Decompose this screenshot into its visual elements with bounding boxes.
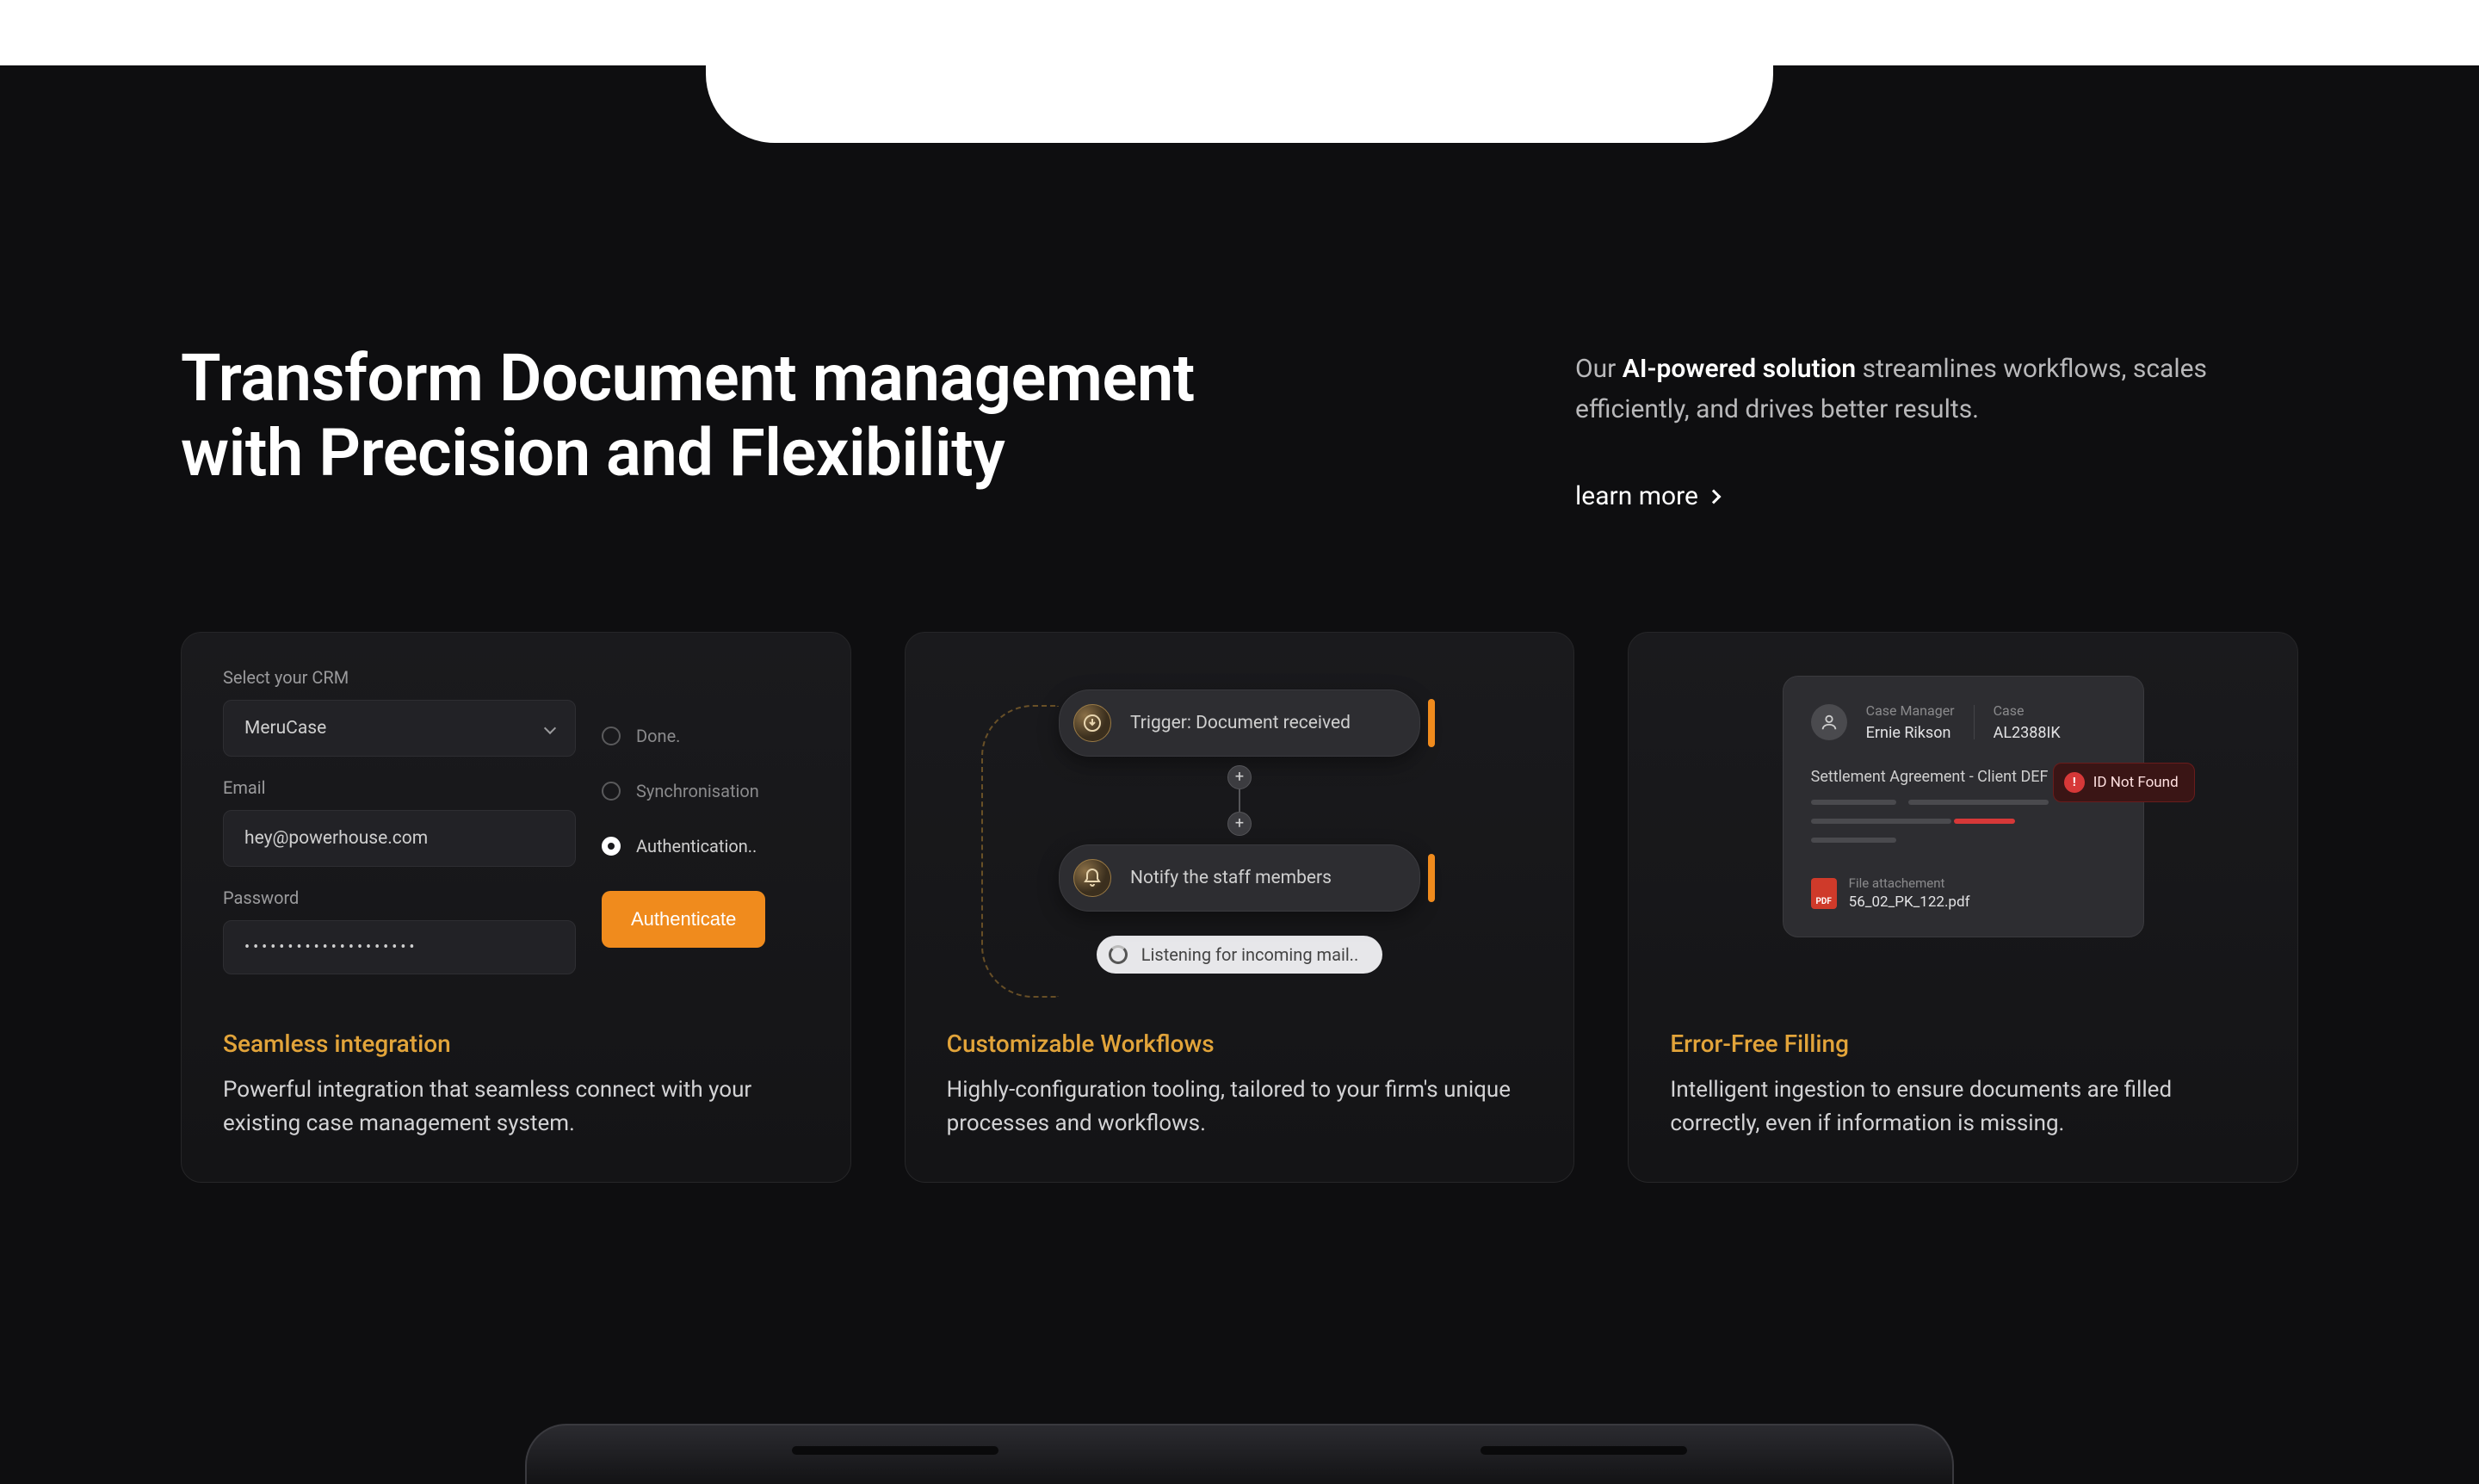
user-avatar-icon <box>1811 704 1847 740</box>
card2-body: Customizable Workflows Highly-configurat… <box>906 1012 1574 1182</box>
workflow-notify-pill[interactable]: Notify the staff members <box>1059 844 1420 912</box>
attachment-filename: 56_02_PK_122.pdf <box>1849 893 1970 911</box>
attachment-label: File attachement <box>1849 875 1970 891</box>
card2-illustration: Trigger: Document received + + Notify th… <box>906 633 1574 1012</box>
hero-title-line1: Transform Document management <box>181 339 1195 417</box>
hero-subtext-block: Our AI-powered solution streamlines work… <box>1575 341 2298 511</box>
speaker-slot-icon <box>792 1446 998 1455</box>
workflow-notify-label: Notify the staff members <box>1130 868 1332 888</box>
speaker-slot-icon <box>1481 1446 1687 1455</box>
document-panel: Case Manager Ernie Rikson Case AL2388IK <box>1783 676 2144 937</box>
status-sync: Synchronisation <box>602 781 809 801</box>
chevron-right-icon <box>1706 489 1721 504</box>
case-label: Case <box>1994 702 2061 719</box>
card3-body: Error-Free Filling Intelligent ingestion… <box>1629 1012 2297 1182</box>
case-manager-value: Ernie Rikson <box>1866 724 1955 742</box>
skeleton-bar-icon <box>1811 819 1951 824</box>
workflow-trigger-pill[interactable]: Trigger: Document received <box>1059 689 1420 757</box>
card2-title: Customizable Workflows <box>947 1030 1533 1058</box>
hero-row: Transform Document management with Preci… <box>181 341 2298 511</box>
add-node-button[interactable]: + <box>1227 765 1252 789</box>
feature-card-workflows: Trigger: Document received + + Notify th… <box>905 632 1575 1183</box>
spinner-icon <box>1109 945 1128 964</box>
chevron-down-icon <box>544 722 556 734</box>
bell-circle-icon <box>1073 859 1111 897</box>
feature-card-integration: Select your CRM MeruCase Email hey@power… <box>181 632 851 1183</box>
authenticate-button[interactable]: Authenticate <box>602 891 765 948</box>
attachment-row[interactable]: PDF File attachement 56_02_PK_122.pdf <box>1811 875 2116 911</box>
content-wrapper: Transform Document management with Preci… <box>0 65 2479 1183</box>
crm-form-mock: Select your CRM MeruCase Email hey@power… <box>223 667 809 995</box>
radio-active-icon <box>602 837 621 856</box>
error-badge-label: ID Not Found <box>2093 774 2179 791</box>
skeleton-row <box>1811 838 2116 856</box>
radio-empty-icon <box>602 782 621 801</box>
status-auth-label: Authentication.. <box>636 836 757 856</box>
feature-card-error-free: Case Manager Ernie Rikson Case AL2388IK <box>1628 632 2298 1183</box>
hero-title: Transform Document management with Preci… <box>181 341 1195 492</box>
card1-title: Seamless integration <box>223 1030 809 1058</box>
pdf-file-icon: PDF <box>1811 878 1837 909</box>
listening-status-pill: Listening for incoming mail.. <box>1097 936 1382 974</box>
skeleton-bar-icon <box>1811 800 1896 805</box>
email-input[interactable]: hey@powerhouse.com <box>223 810 576 867</box>
crm-select-value: MeruCase <box>244 718 326 739</box>
status-done-label: Done. <box>636 726 680 746</box>
password-value: •••••••••••••••••••• <box>244 938 417 956</box>
doc-meta-row: Case Manager Ernie Rikson Case AL2388IK <box>1811 702 2116 759</box>
skeleton-bar-icon <box>1908 800 2049 805</box>
dashed-connector-icon <box>981 705 1059 998</box>
radio-empty-icon <box>602 727 621 745</box>
skeleton-bar-icon <box>1811 838 1896 843</box>
email-label: Email <box>223 777 576 798</box>
hero-subtext-prefix: Our <box>1575 354 1623 384</box>
learn-more-label: learn more <box>1575 481 1698 511</box>
skeleton-row <box>1811 819 2116 838</box>
skeleton-bar-error-icon <box>1954 819 2015 824</box>
card1-desc: Powerful integration that seamless conne… <box>223 1073 809 1141</box>
skeleton-row <box>1811 800 2116 819</box>
connector-line-icon <box>1239 789 1240 812</box>
hero-title-line2: with Precision and Flexibility <box>181 414 1005 492</box>
card3-desc: Intelligent ingestion to ensure document… <box>1670 1073 2256 1141</box>
card3-title: Error-Free Filling <box>1670 1030 2256 1058</box>
status-sync-label: Synchronisation <box>636 781 759 801</box>
card3-illustration: Case Manager Ernie Rikson Case AL2388IK <box>1629 633 2297 1012</box>
status-auth: Authentication.. <box>602 836 809 856</box>
add-node-button[interactable]: + <box>1227 812 1252 836</box>
learn-more-link[interactable]: learn more <box>1575 481 1719 511</box>
hero-subtext-strong: AI-powered solution <box>1623 354 1856 384</box>
crm-select[interactable]: MeruCase <box>223 700 576 757</box>
hero-heading-block: Transform Document management with Preci… <box>181 341 1195 511</box>
email-value: hey@powerhouse.com <box>244 828 428 849</box>
status-done: Done. <box>602 726 809 746</box>
error-badge: ! ID Not Found <box>2053 763 2195 802</box>
warning-icon: ! <box>2064 772 2085 793</box>
case-value: AL2388IK <box>1994 724 2061 742</box>
password-input[interactable]: •••••••••••••••••••• <box>223 920 576 974</box>
divider-icon <box>1974 705 1975 739</box>
feature-cards-row: Select your CRM MeruCase Email hey@power… <box>181 632 2298 1183</box>
tablet-bezel <box>525 1424 1954 1484</box>
listening-label: Listening for incoming mail.. <box>1141 944 1358 965</box>
crm-label: Select your CRM <box>223 667 576 688</box>
hero-subtext: Our AI-powered solution streamlines work… <box>1575 349 2298 430</box>
password-label: Password <box>223 887 576 908</box>
card1-illustration: Select your CRM MeruCase Email hey@power… <box>182 633 850 1012</box>
top-white-notch <box>706 65 1773 143</box>
case-manager-label: Case Manager <box>1866 702 1955 719</box>
workflow-trigger-label: Trigger: Document received <box>1130 713 1351 733</box>
card2-desc: Highly-configuration tooling, tailored t… <box>947 1073 1533 1141</box>
dark-hero-section: Transform Document management with Preci… <box>0 65 2479 1484</box>
card1-body: Seamless integration Powerful integratio… <box>182 1012 850 1182</box>
download-circle-icon <box>1073 704 1111 742</box>
